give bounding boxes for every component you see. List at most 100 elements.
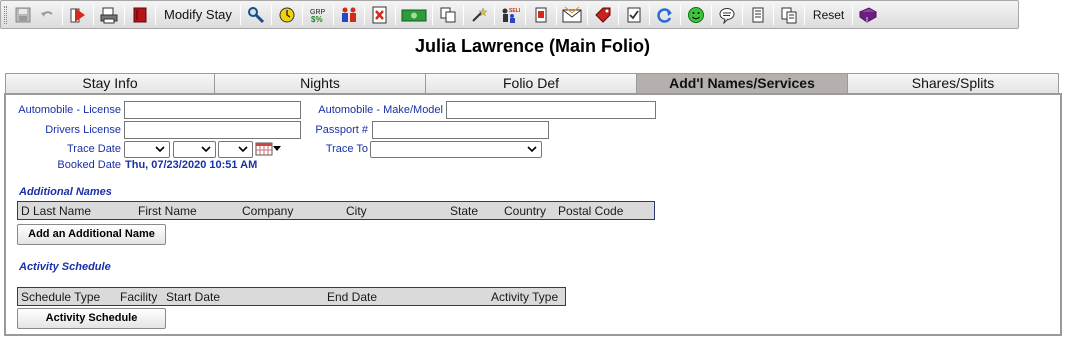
trace-to-label: Trace To bbox=[325, 143, 368, 155]
activity-schedule-title: Activity Schedule bbox=[19, 261, 111, 273]
booked-date-label: Booked Date bbox=[57, 159, 121, 171]
copy-icon[interactable] bbox=[436, 3, 460, 27]
checkout-icon[interactable] bbox=[66, 3, 90, 27]
card-icon[interactable] bbox=[529, 3, 553, 27]
column-header[interactable]: Company bbox=[242, 204, 293, 218]
toolbar-separator bbox=[93, 4, 94, 25]
toolbar-grip[interactable] bbox=[4, 5, 7, 24]
toolbar-separator bbox=[648, 4, 650, 25]
trace-date-day-select[interactable] bbox=[173, 141, 216, 158]
calendar-icon bbox=[255, 142, 273, 156]
tab-addl-names-services[interactable]: Add'l Names/Services bbox=[636, 73, 848, 94]
column-header[interactable]: City bbox=[346, 204, 367, 218]
save-icon[interactable] bbox=[11, 3, 35, 27]
toolbar-separator bbox=[431, 4, 433, 25]
tab-nights[interactable]: Nights bbox=[214, 73, 426, 94]
reset-button[interactable]: Reset bbox=[808, 3, 849, 27]
money-icon[interactable] bbox=[399, 3, 429, 27]
tab-stay-info[interactable]: Stay Info bbox=[5, 73, 215, 94]
toolbar-separator bbox=[679, 4, 681, 25]
trace-date-year-select[interactable] bbox=[218, 141, 253, 158]
booked-date-value: Thu, 07/23/2020 10:51 AM bbox=[125, 159, 258, 171]
additional-names-title: Additional Names bbox=[19, 186, 112, 198]
clock-icon[interactable] bbox=[275, 3, 299, 27]
modify-stay-button[interactable]: Modify Stay bbox=[159, 3, 237, 27]
toolbar-separator bbox=[363, 4, 365, 25]
activity-schedule-button[interactable]: Activity Schedule bbox=[17, 308, 166, 329]
column-header[interactable]: Schedule Type bbox=[21, 290, 100, 304]
svg-text:$%: $% bbox=[311, 15, 323, 24]
toolbar-separator bbox=[462, 4, 464, 25]
trace-date-month-select[interactable] bbox=[124, 141, 170, 158]
toolbar-separator bbox=[710, 4, 712, 25]
toolbar-separator bbox=[524, 4, 526, 25]
column-header[interactable]: Activity Type bbox=[491, 290, 558, 304]
chevron-down-icon bbox=[201, 146, 211, 153]
toolbar-separator bbox=[62, 4, 63, 25]
toolbar-separator bbox=[772, 4, 774, 25]
column-header[interactable]: End Date bbox=[327, 290, 377, 304]
column-header[interactable]: Postal Code bbox=[558, 204, 623, 218]
undo-icon[interactable] bbox=[35, 3, 59, 27]
mail-icon[interactable] bbox=[560, 3, 584, 27]
passport-input[interactable] bbox=[372, 121, 549, 139]
passport-label: Passport # bbox=[315, 124, 368, 136]
speech-icon[interactable] bbox=[715, 3, 739, 27]
scroll-icon[interactable] bbox=[746, 3, 770, 27]
column-header[interactable]: First Name bbox=[138, 204, 197, 218]
tag-icon[interactable] bbox=[591, 3, 615, 27]
tab-folio-def[interactable]: Folio Def bbox=[425, 73, 637, 94]
caret-down-icon bbox=[273, 146, 281, 151]
documents-icon[interactable] bbox=[777, 3, 801, 27]
smiley-icon[interactable] bbox=[684, 3, 708, 27]
column-header[interactable]: Start Date bbox=[166, 290, 220, 304]
activity-schedule-grid-header: Schedule Type Facility Start Date End Da… bbox=[17, 287, 566, 306]
toolbar-separator bbox=[741, 4, 743, 25]
tab-shares-splits[interactable]: Shares/Splits bbox=[847, 73, 1059, 94]
toolbar-separator bbox=[555, 4, 557, 25]
chevron-down-icon bbox=[527, 146, 537, 153]
print-icon[interactable] bbox=[97, 3, 121, 27]
column-header[interactable]: Facility bbox=[120, 290, 157, 304]
additional-names-grid-header: D Last Name First Name Company City Stat… bbox=[17, 201, 655, 220]
page-title: Julia Lawrence (Main Folio) bbox=[414, 36, 651, 56]
toolbar-separator bbox=[239, 4, 241, 25]
toolbar-separator bbox=[617, 4, 619, 25]
people-icon[interactable] bbox=[337, 3, 361, 27]
column-header[interactable]: State bbox=[450, 204, 478, 218]
chevron-down-icon bbox=[238, 146, 248, 153]
grp-icon[interactable]: GRP $% bbox=[306, 3, 330, 27]
chevron-down-icon bbox=[155, 146, 165, 153]
column-header[interactable]: Last Name bbox=[33, 204, 91, 218]
column-header[interactable]: Country bbox=[504, 204, 546, 218]
auto-make-label: Automobile - Make/Model bbox=[318, 104, 443, 116]
checklist-icon[interactable] bbox=[622, 3, 646, 27]
toolbar-separator bbox=[852, 4, 854, 25]
book-icon[interactable] bbox=[128, 3, 152, 27]
drivers-license-input[interactable] bbox=[124, 121, 301, 139]
auto-make-input[interactable] bbox=[446, 101, 656, 119]
column-header[interactable]: D bbox=[21, 204, 30, 218]
auto-license-input[interactable] bbox=[124, 101, 301, 119]
auto-license-label: Automobile - License bbox=[18, 104, 121, 116]
toolbar-separator bbox=[124, 4, 125, 25]
toolbar-separator bbox=[301, 4, 303, 25]
ledger-icon[interactable] bbox=[856, 3, 880, 27]
toolbar-separator bbox=[270, 4, 272, 25]
trace-date-label: Trace Date bbox=[66, 143, 121, 155]
tab-panel: Automobile - License Automobile - Make/M… bbox=[4, 93, 1062, 336]
calendar-button[interactable] bbox=[255, 140, 285, 158]
toolbar-separator bbox=[394, 4, 396, 25]
magic-icon[interactable] bbox=[467, 3, 491, 27]
toolbar-separator bbox=[155, 4, 156, 25]
cancel-icon[interactable] bbox=[368, 3, 392, 27]
toolbar-separator bbox=[586, 4, 588, 25]
toolbar-separator bbox=[332, 4, 334, 25]
refresh-icon[interactable] bbox=[653, 3, 677, 27]
toolbar-separator bbox=[803, 4, 805, 25]
trace-to-select[interactable] bbox=[370, 141, 542, 158]
svg-text:SELL: SELL bbox=[509, 8, 520, 14]
sell-icon[interactable]: SELL bbox=[498, 3, 522, 27]
search-icon[interactable] bbox=[244, 3, 268, 27]
add-additional-name-button[interactable]: Add an Additional Name bbox=[17, 224, 166, 245]
